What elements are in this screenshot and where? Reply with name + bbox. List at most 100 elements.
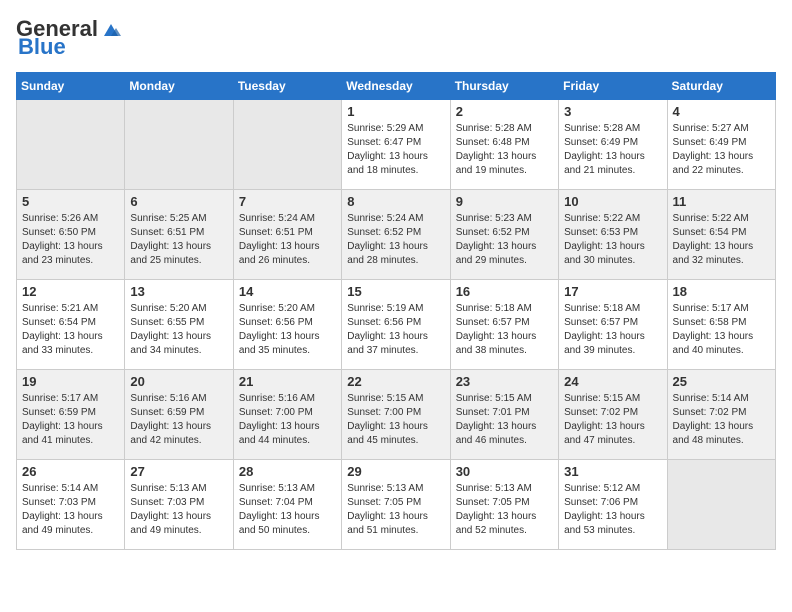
calendar-table: SundayMondayTuesdayWednesdayThursdayFrid…	[16, 72, 776, 550]
day-number: 29	[347, 464, 444, 479]
calendar-cell	[125, 100, 233, 190]
logo-icon	[100, 18, 122, 40]
day-info: Sunrise: 5:18 AM Sunset: 6:57 PM Dayligh…	[456, 302, 553, 358]
calendar-cell: 6 Sunrise: 5:25 AM Sunset: 6:51 PM Daylig…	[125, 190, 233, 280]
day-info: Sunrise: 5:20 AM Sunset: 6:55 PM Dayligh…	[130, 302, 227, 358]
day-info: Sunrise: 5:16 AM Sunset: 7:00 PM Dayligh…	[239, 392, 336, 448]
calendar-cell: 2 Sunrise: 5:28 AM Sunset: 6:48 PM Daylig…	[450, 100, 558, 190]
logo: General Blue	[16, 16, 122, 60]
calendar-cell: 28 Sunrise: 5:13 AM Sunset: 7:04 PM Dayli…	[233, 460, 341, 550]
column-header-wednesday: Wednesday	[342, 73, 450, 100]
day-info: Sunrise: 5:29 AM Sunset: 6:47 PM Dayligh…	[347, 122, 444, 178]
day-info: Sunrise: 5:25 AM Sunset: 6:51 PM Dayligh…	[130, 212, 227, 268]
calendar-cell: 17 Sunrise: 5:18 AM Sunset: 6:57 PM Dayli…	[559, 280, 667, 370]
calendar-cell: 14Sunrise: 5:20 AM Sunset: 6:56 PM Dayli…	[233, 280, 341, 370]
calendar-cell: 18 Sunrise: 5:17 AM Sunset: 6:58 PM Dayli…	[667, 280, 775, 370]
day-number: 3	[564, 104, 661, 119]
day-info: Sunrise: 5:22 AM Sunset: 6:54 PM Dayligh…	[673, 212, 770, 268]
day-number: 23	[456, 374, 553, 389]
day-number: 24	[564, 374, 661, 389]
calendar-cell: 24 Sunrise: 5:15 AM Sunset: 7:02 PM Dayli…	[559, 370, 667, 460]
column-header-tuesday: Tuesday	[233, 73, 341, 100]
day-info: Sunrise: 5:13 AM Sunset: 7:04 PM Dayligh…	[239, 482, 336, 538]
logo-blue: Blue	[18, 34, 66, 60]
day-number: 27	[130, 464, 227, 479]
day-number: 30	[456, 464, 553, 479]
day-info: Sunrise: 5:28 AM Sunset: 6:48 PM Dayligh…	[456, 122, 553, 178]
day-info: Sunrise: 5:16 AM Sunset: 6:59 PM Dayligh…	[130, 392, 227, 448]
day-number: 10	[564, 194, 661, 209]
day-info: Sunrise: 5:15 AM Sunset: 7:00 PM Dayligh…	[347, 392, 444, 448]
day-number: 15	[347, 284, 444, 299]
day-number: 18	[673, 284, 770, 299]
column-header-thursday: Thursday	[450, 73, 558, 100]
calendar-cell: 19Sunrise: 5:17 AM Sunset: 6:59 PM Dayli…	[17, 370, 125, 460]
day-info: Sunrise: 5:23 AM Sunset: 6:52 PM Dayligh…	[456, 212, 553, 268]
day-info: Sunrise: 5:13 AM Sunset: 7:05 PM Dayligh…	[347, 482, 444, 538]
calendar-cell: 1 Sunrise: 5:29 AM Sunset: 6:47 PM Daylig…	[342, 100, 450, 190]
day-number: 26	[22, 464, 119, 479]
day-info: Sunrise: 5:20 AM Sunset: 6:56 PM Dayligh…	[239, 302, 336, 358]
day-info: Sunrise: 5:24 AM Sunset: 6:52 PM Dayligh…	[347, 212, 444, 268]
day-number: 13	[130, 284, 227, 299]
day-info: Sunrise: 5:19 AM Sunset: 6:56 PM Dayligh…	[347, 302, 444, 358]
calendar-cell: 3 Sunrise: 5:28 AM Sunset: 6:49 PM Daylig…	[559, 100, 667, 190]
day-info: Sunrise: 5:22 AM Sunset: 6:53 PM Dayligh…	[564, 212, 661, 268]
day-number: 16	[456, 284, 553, 299]
day-number: 20	[130, 374, 227, 389]
calendar-cell: 30 Sunrise: 5:13 AM Sunset: 7:05 PM Dayli…	[450, 460, 558, 550]
day-number: 25	[673, 374, 770, 389]
day-info: Sunrise: 5:15 AM Sunset: 7:02 PM Dayligh…	[564, 392, 661, 448]
day-number: 17	[564, 284, 661, 299]
calendar-cell: 7 Sunrise: 5:24 AM Sunset: 6:51 PM Daylig…	[233, 190, 341, 280]
column-header-saturday: Saturday	[667, 73, 775, 100]
day-number: 9	[456, 194, 553, 209]
calendar-cell	[667, 460, 775, 550]
day-info: Sunrise: 5:17 AM Sunset: 6:59 PM Dayligh…	[22, 392, 119, 448]
calendar-cell	[17, 100, 125, 190]
calendar-cell: 4Sunrise: 5:27 AM Sunset: 6:49 PM Daylig…	[667, 100, 775, 190]
header: General Blue	[16, 16, 776, 60]
calendar-cell: 12Sunrise: 5:21 AM Sunset: 6:54 PM Dayli…	[17, 280, 125, 370]
day-number: 6	[130, 194, 227, 209]
day-number: 12	[22, 284, 119, 299]
day-info: Sunrise: 5:14 AM Sunset: 7:03 PM Dayligh…	[22, 482, 119, 538]
day-info: Sunrise: 5:13 AM Sunset: 7:05 PM Dayligh…	[456, 482, 553, 538]
day-number: 22	[347, 374, 444, 389]
day-number: 2	[456, 104, 553, 119]
day-info: Sunrise: 5:18 AM Sunset: 6:57 PM Dayligh…	[564, 302, 661, 358]
day-number: 8	[347, 194, 444, 209]
column-header-sunday: Sunday	[17, 73, 125, 100]
calendar-cell: 13 Sunrise: 5:20 AM Sunset: 6:55 PM Dayli…	[125, 280, 233, 370]
calendar-cell: 15 Sunrise: 5:19 AM Sunset: 6:56 PM Dayli…	[342, 280, 450, 370]
calendar-cell: 10 Sunrise: 5:22 AM Sunset: 6:53 PM Dayli…	[559, 190, 667, 280]
day-info: Sunrise: 5:13 AM Sunset: 7:03 PM Dayligh…	[130, 482, 227, 538]
day-number: 28	[239, 464, 336, 479]
calendar-cell: 20 Sunrise: 5:16 AM Sunset: 6:59 PM Dayli…	[125, 370, 233, 460]
calendar-cell: 31 Sunrise: 5:12 AM Sunset: 7:06 PM Dayli…	[559, 460, 667, 550]
day-info: Sunrise: 5:17 AM Sunset: 6:58 PM Dayligh…	[673, 302, 770, 358]
day-number: 5	[22, 194, 119, 209]
calendar-cell: 23 Sunrise: 5:15 AM Sunset: 7:01 PM Dayli…	[450, 370, 558, 460]
calendar-cell: 9 Sunrise: 5:23 AM Sunset: 6:52 PM Daylig…	[450, 190, 558, 280]
day-info: Sunrise: 5:12 AM Sunset: 7:06 PM Dayligh…	[564, 482, 661, 538]
day-info: Sunrise: 5:14 AM Sunset: 7:02 PM Dayligh…	[673, 392, 770, 448]
day-info: Sunrise: 5:24 AM Sunset: 6:51 PM Dayligh…	[239, 212, 336, 268]
column-header-monday: Monday	[125, 73, 233, 100]
day-info: Sunrise: 5:26 AM Sunset: 6:50 PM Dayligh…	[22, 212, 119, 268]
day-number: 31	[564, 464, 661, 479]
column-header-friday: Friday	[559, 73, 667, 100]
day-number: 7	[239, 194, 336, 209]
calendar-cell: 16 Sunrise: 5:18 AM Sunset: 6:57 PM Dayli…	[450, 280, 558, 370]
calendar-cell: 11Sunrise: 5:22 AM Sunset: 6:54 PM Dayli…	[667, 190, 775, 280]
calendar-cell: 5 Sunrise: 5:26 AM Sunset: 6:50 PM Daylig…	[17, 190, 125, 280]
calendar-cell: 29 Sunrise: 5:13 AM Sunset: 7:05 PM Dayli…	[342, 460, 450, 550]
day-number: 1	[347, 104, 444, 119]
day-info: Sunrise: 5:15 AM Sunset: 7:01 PM Dayligh…	[456, 392, 553, 448]
calendar-cell: 25 Sunrise: 5:14 AM Sunset: 7:02 PM Dayli…	[667, 370, 775, 460]
calendar-cell: 26 Sunrise: 5:14 AM Sunset: 7:03 PM Dayli…	[17, 460, 125, 550]
day-number: 21	[239, 374, 336, 389]
day-number: 4	[673, 104, 770, 119]
day-info: Sunrise: 5:28 AM Sunset: 6:49 PM Dayligh…	[564, 122, 661, 178]
calendar-cell: 27 Sunrise: 5:13 AM Sunset: 7:03 PM Dayli…	[125, 460, 233, 550]
